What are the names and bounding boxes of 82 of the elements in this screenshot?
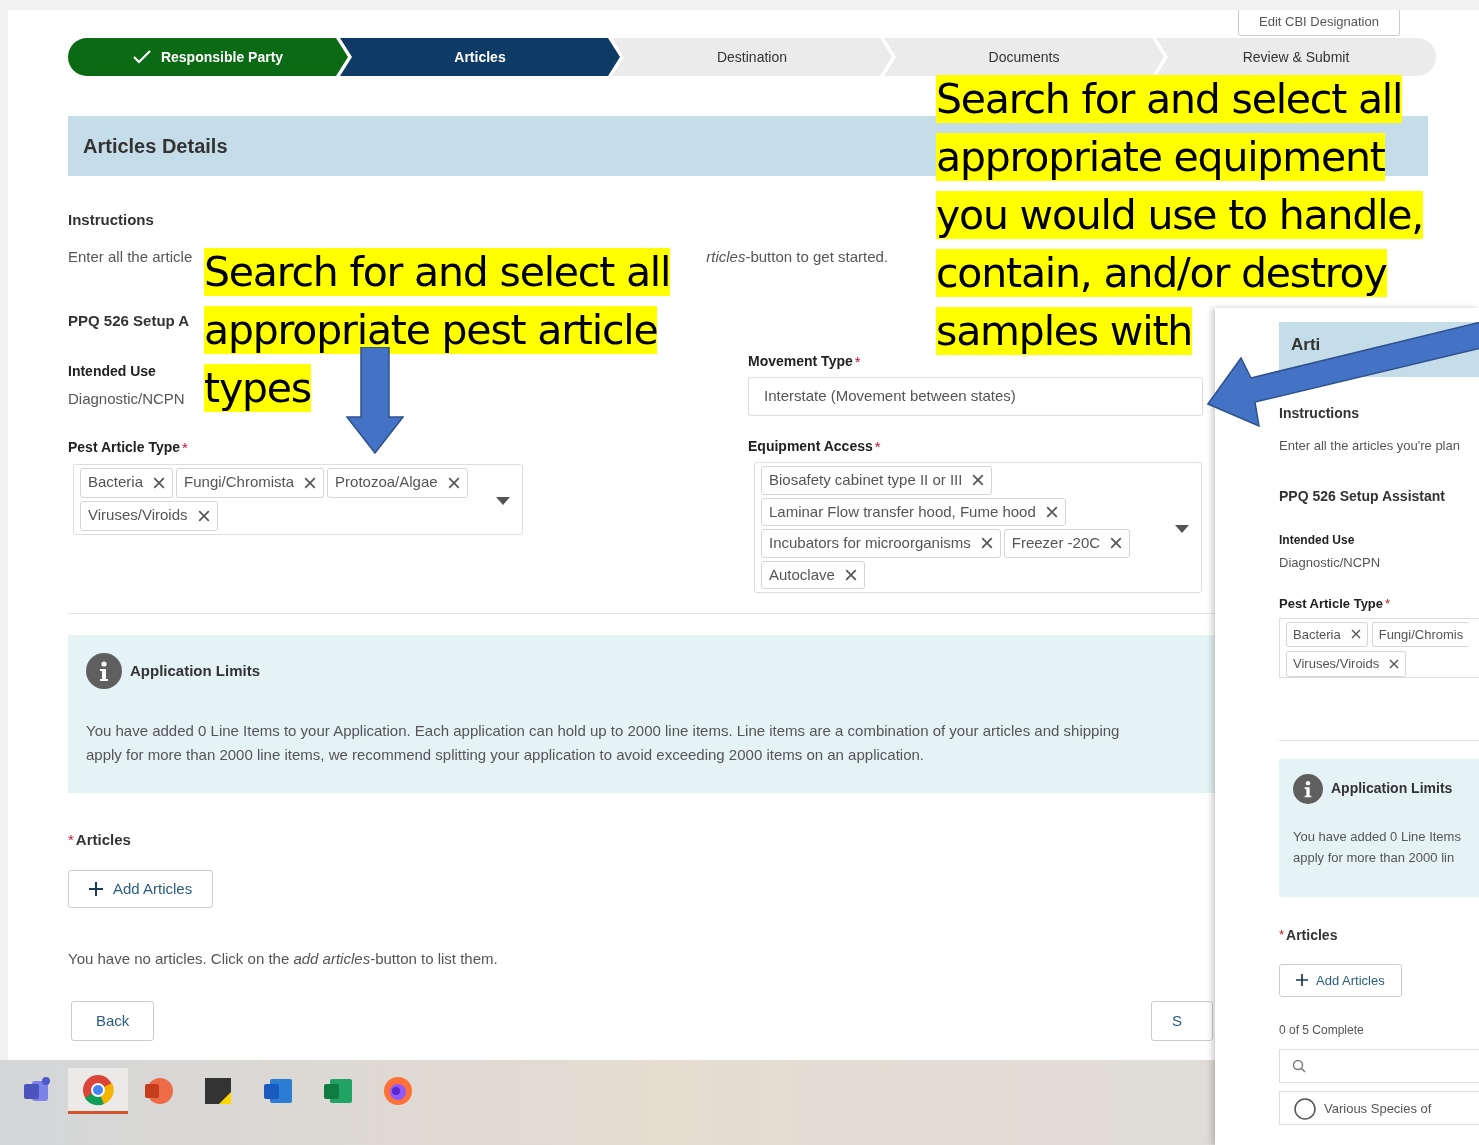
list-item[interactable]: Various Species of [1279,1091,1479,1125]
field-label: Equipment Access [748,436,873,456]
field-label: Articles [1286,925,1338,945]
info-text: You have added 0 Line Items to your Application. Each application can hold up to 2000 line items. Line items are a combination of your articles and shipping [86,721,1120,741]
stepper-step[interactable]: Responsible Party [68,38,348,76]
info-title: Application Limits [1331,779,1453,798]
field-value: Diagnostic/NCPN [68,388,185,409]
info-icon [86,653,122,689]
remove-icon[interactable] [447,476,460,489]
remove-icon[interactable] [972,474,985,487]
setup-heading: PPQ 526 Setup Assistant [1279,486,1445,506]
tag-chip[interactable]: Viruses/Viroids [1286,651,1407,677]
search-icon [1292,1059,1306,1073]
tag-chip[interactable]: Bacteria [80,467,174,498]
remove-icon[interactable] [1045,505,1058,518]
select-field[interactable]: Interstate (Movement between states) [748,377,1203,416]
stepper-step[interactable]: Review & Submit [1156,38,1436,76]
tag-chip[interactable]: Autoclave [761,560,865,589]
remove-icon[interactable] [1350,629,1361,640]
field-value: Diagnostic/NCPN [1279,553,1381,572]
info-text: You have added 0 Line Items [1293,827,1461,846]
caret-icon[interactable] [496,496,510,505]
empty-message: You have no articles. Click on the add articles-button to list them. [68,949,498,969]
field-label: Articles [75,830,131,850]
info-text: apply for more than 2000 line items, we recommend splitting your application to avoid exceeding 2000 items on an application. [86,745,925,765]
instructions-heading: Instructions [1279,404,1360,423]
required-mark: * [1385,595,1391,613]
tag-chip[interactable]: Viruses/Viroids [80,500,218,531]
required-mark: * [1279,925,1285,944]
setup-heading: PPQ 526 Setup A [68,311,190,331]
instructions-heading: Instructions [68,210,154,230]
remove-icon[interactable] [980,537,993,550]
plus-icon [1296,974,1308,987]
caret-icon[interactable] [1175,525,1189,533]
stepper-step[interactable]: Articles [340,38,620,76]
required-mark: * [874,436,881,457]
required-mark: * [68,830,74,850]
check-icon [132,50,151,64]
edit-designation-button[interactable]: Edit CBI Designation [1238,10,1400,36]
app-icon [382,1075,414,1107]
tag-select[interactable]: Bacteria Fungi/Chromista Protozoa/Algae Viruses/Viroids [73,463,523,535]
app-icon [202,1075,234,1107]
plus-icon [89,881,103,896]
tag-chip[interactable]: Bacteria [1286,621,1368,647]
app-icon [82,1073,114,1106]
tag-chip[interactable]: Incubators for microorganisms [761,529,1001,558]
remove-icon[interactable] [197,509,210,522]
tag-chip[interactable]: Freezer -20C [1003,529,1131,558]
stepper-step[interactable]: Destination [612,38,892,76]
remove-icon[interactable] [153,476,166,489]
submit-button[interactable]: S [1151,1000,1213,1041]
back-button[interactable]: Back [71,1000,155,1041]
field-label: Movement Type [748,351,853,371]
field-label: Pest Article Type [68,438,181,457]
info-text: apply for more than 2000 lin [1293,848,1456,867]
tag-chip[interactable]: Protozoa/Algae [327,467,468,498]
stepper-step[interactable]: Documents [884,38,1164,76]
tag-select[interactable]: Bacteria Fungi/Chromis Viruses/Viroids [1279,617,1479,678]
instructions-text: rticles-button to get started. [706,246,888,267]
remove-icon[interactable] [304,476,317,489]
add-articles-button[interactable]: Add Articles [68,869,214,908]
field-label: Intended Use [68,361,156,381]
tag-chip[interactable]: Laminar Flow transfer hood, Fume hood [761,497,1066,526]
search-field[interactable] [1279,1049,1479,1083]
instructions-text: Enter all the article [68,246,193,267]
tag-chip[interactable]: Fungi/Chromista [176,467,325,498]
tag-chip[interactable]: Biosafety cabinet type II or III [761,466,993,495]
radio-icon[interactable] [1294,1098,1316,1120]
progress-text: 0 of 5 Complete [1279,1022,1364,1039]
add-articles-button[interactable]: Add Articles [1279,963,1402,997]
info-icon [1293,773,1323,804]
info-title: Application Limits [130,660,260,681]
field-label: Pest Article Type [1279,595,1384,613]
tag-select[interactable]: Biosafety cabinet type II or III Laminar Flow transfer hood, Fume hood Incubators for microorganisms Freezer -20C Autoclave [754,462,1202,593]
instructions-text: Enter all the articles you're plan [1279,437,1460,455]
remove-icon[interactable] [844,568,857,581]
required-mark: * [854,351,861,372]
field-label: Intended Use [1279,531,1356,549]
required-mark: * [182,438,188,458]
remove-icon[interactable] [1389,658,1400,669]
app-icon [142,1075,174,1107]
remove-icon[interactable] [1110,537,1123,550]
